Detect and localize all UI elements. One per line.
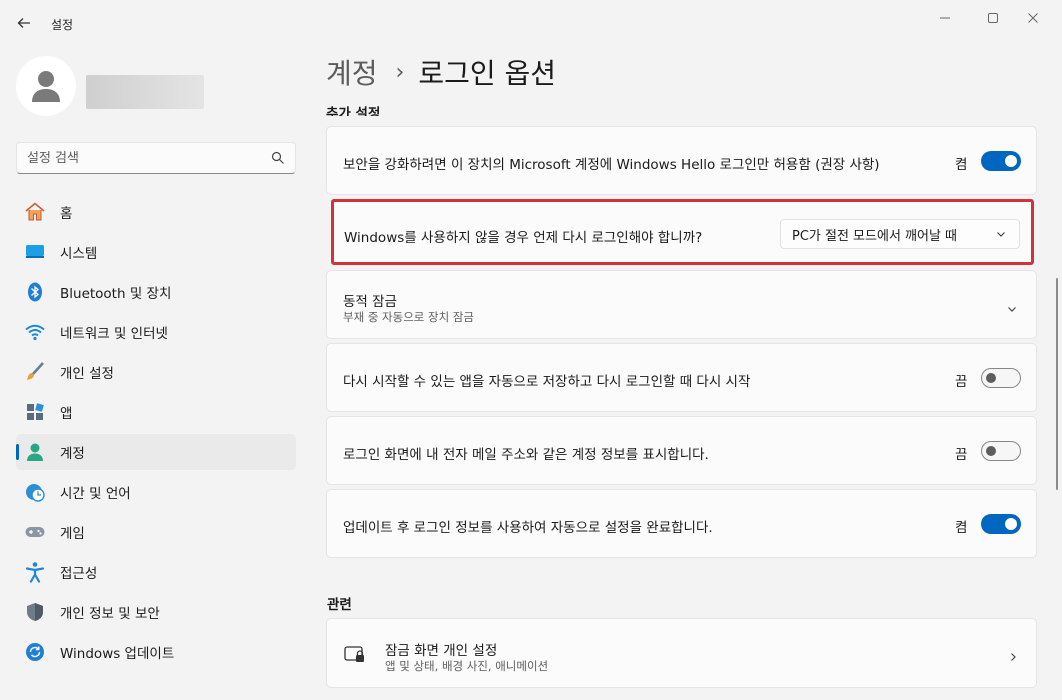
sidebar-item-system[interactable]: 시스템 <box>16 234 296 270</box>
maximize-button[interactable] <box>973 6 1013 30</box>
clock-globe-icon <box>24 481 46 503</box>
sidebar-item-privacy[interactable]: 개인 정보 및 보안 <box>16 594 296 630</box>
account-icon <box>24 441 46 463</box>
redacted-user-name <box>86 75 204 109</box>
toggle-state-label: 켬 <box>955 520 968 536</box>
setting-description: 앱 및 상태, 배경 사진, 애니메이션 <box>385 659 549 673</box>
sidebar-item-label: 홈 <box>60 206 73 222</box>
setting-label: 업데이트 후 로그인 정보를 사용하여 자동으로 설정을 완료합니다. <box>343 520 713 536</box>
sidebar-item-label: 접근성 <box>60 566 98 582</box>
system-icon <box>24 241 46 263</box>
back-arrow-icon <box>17 18 30 28</box>
app-title: 설정 <box>51 18 74 32</box>
sidebar-item-windows-update[interactable]: Windows 업데이트 <box>16 634 296 670</box>
maximize-icon <box>988 13 998 23</box>
lockscreen-icon <box>344 645 366 669</box>
chevron-down-icon[interactable] <box>1006 300 1018 319</box>
sidebar-item-accounts[interactable]: 계정 <box>16 434 296 470</box>
sidebar-item-accessibility[interactable]: 접근성 <box>16 554 296 590</box>
toggle-state-label: 끔 <box>955 447 968 463</box>
search-icon[interactable] <box>271 150 285 169</box>
wifi-icon <box>24 321 46 343</box>
gamepad-icon <box>24 521 46 543</box>
toggle-state-label: 끔 <box>955 374 968 390</box>
restart-apps-toggle[interactable] <box>981 368 1021 388</box>
chevron-down-icon <box>995 228 1007 244</box>
section-title-related: 관련 <box>327 597 352 613</box>
breadcrumb-separator: › <box>395 59 405 85</box>
chevron-right-icon <box>1007 648 1019 667</box>
related-lockscreen[interactable]: 잠금 화면 개인 설정 앱 및 상태, 배경 사진, 애니메이션 <box>326 618 1037 688</box>
close-icon <box>1028 13 1038 23</box>
setting-label: 로그인 화면에 내 전자 메일 주소와 같은 계정 정보를 표시합니다. <box>343 447 709 463</box>
auto-finish-toggle[interactable] <box>981 514 1021 534</box>
minimize-button[interactable] <box>925 6 965 30</box>
settings-search[interactable] <box>16 142 296 174</box>
section-title-additional: 추가 설정 <box>326 106 381 116</box>
dropdown-value: PC가 절전 모드에서 깨어날 때 <box>792 228 958 244</box>
sidebar-item-bluetooth[interactable]: Bluetooth 및 장치 <box>16 274 296 310</box>
sidebar-item-time-language[interactable]: 시간 및 언어 <box>16 474 296 510</box>
sidebar-item-label: 시스템 <box>60 246 98 262</box>
breadcrumb: 계정 › 로그인 옵션 <box>326 52 556 92</box>
sidebar-item-label: 네트워크 및 인터넷 <box>60 326 168 342</box>
sidebar-item-gaming[interactable]: 게임 <box>16 514 296 550</box>
setting-description: 부재 중 자동으로 장치 잠금 <box>343 310 475 324</box>
setting-hello-only: 보안을 강화하려면 이 장치의 Microsoft 계정에 Windows He… <box>326 126 1037 195</box>
sidebar-item-label: 앱 <box>60 406 73 422</box>
brush-icon <box>24 361 46 383</box>
sidebar-item-home[interactable]: 홈 <box>16 194 296 230</box>
setting-label: Windows를 사용하지 않을 경우 언제 다시 로그인해야 합니까? <box>344 230 703 246</box>
back-button[interactable] <box>12 12 36 34</box>
setting-show-account-info: 로그인 화면에 내 전자 메일 주소와 같은 계정 정보를 표시합니다. 끔 <box>326 416 1037 485</box>
setting-label: 다시 시작할 수 있는 앱을 자동으로 저장하고 다시 로그인할 때 다시 시작 <box>343 374 751 390</box>
bluetooth-icon <box>24 281 46 303</box>
title-bar: 설정 <box>0 0 1062 46</box>
scrollbar[interactable] <box>1056 278 1058 490</box>
apps-icon <box>24 401 46 423</box>
sidebar-item-network[interactable]: 네트워크 및 인터넷 <box>16 314 296 350</box>
page-title: 로그인 옵션 <box>418 57 557 90</box>
sidebar-item-label: 게임 <box>60 526 85 542</box>
sidebar-item-label: Bluetooth 및 장치 <box>60 286 172 302</box>
settings-window: 설정 홈 시스템 Bluetooth 및 장치 <box>0 0 1062 700</box>
setting-dynamic-lock[interactable]: 동적 잠금 부재 중 자동으로 장치 잠금 <box>326 270 1037 339</box>
close-button[interactable] <box>1013 6 1053 30</box>
sidebar-nav: 홈 시스템 Bluetooth 및 장치 네트워크 및 인터넷 개인 설정 앱 … <box>16 194 296 674</box>
sidebar-item-label: Windows 업데이트 <box>60 646 175 662</box>
setting-label: 동적 잠금 <box>343 294 397 310</box>
breadcrumb-parent[interactable]: 계정 <box>326 52 378 92</box>
setting-label: 잠금 화면 개인 설정 <box>385 643 498 659</box>
setting-auto-finish: 업데이트 후 로그인 정보를 사용하여 자동으로 설정을 완료합니다. 켬 <box>326 489 1037 558</box>
sidebar-item-personalization[interactable]: 개인 설정 <box>16 354 296 390</box>
sidebar-item-label: 개인 설정 <box>60 366 114 382</box>
shield-icon <box>24 601 46 623</box>
hello-only-toggle[interactable] <box>981 151 1021 171</box>
show-account-toggle[interactable] <box>981 441 1021 461</box>
search-input[interactable] <box>27 148 267 168</box>
setting-label: 보안을 강화하려면 이 장치의 Microsoft 계정에 Windows He… <box>343 157 880 173</box>
user-avatar[interactable] <box>16 56 76 116</box>
user-icon <box>32 71 60 102</box>
minimize-icon <box>940 17 950 19</box>
require-signin-dropdown[interactable]: PC가 절전 모드에서 깨어날 때 <box>780 219 1020 249</box>
home-icon <box>24 201 46 223</box>
sidebar-item-label: 시간 및 언어 <box>60 486 131 502</box>
update-icon <box>24 641 46 663</box>
toggle-state-label: 켬 <box>955 157 968 173</box>
sidebar-item-label: 계정 <box>60 446 85 462</box>
accessibility-icon <box>24 561 46 583</box>
setting-restart-apps: 다시 시작할 수 있는 앱을 자동으로 저장하고 다시 로그인할 때 다시 시작… <box>326 343 1037 412</box>
sidebar-item-apps[interactable]: 앱 <box>16 394 296 430</box>
sidebar-item-label: 개인 정보 및 보안 <box>60 606 160 622</box>
